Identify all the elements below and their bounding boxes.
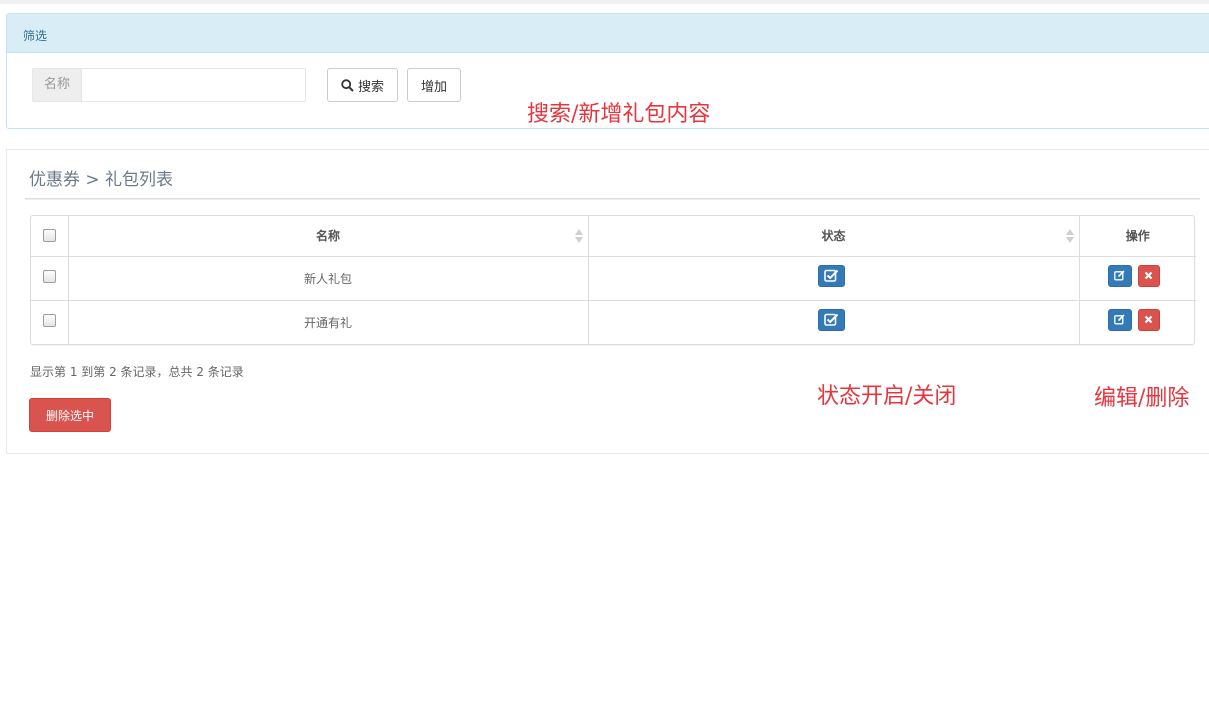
filter-heading: 筛选: [7, 14, 1209, 53]
column-name-label: 名称: [315, 229, 340, 244]
add-button[interactable]: 增加: [407, 68, 461, 102]
delete-button[interactable]: [1137, 264, 1160, 287]
name-field-label: 名称: [32, 68, 81, 102]
table-header-row: 名称 状态 操作: [31, 216, 1196, 257]
check-square-icon: [823, 269, 838, 282]
delete-button[interactable]: [1137, 308, 1160, 331]
search-icon: [341, 78, 354, 92]
row-name: 新人礼包: [68, 256, 589, 301]
status-toggle-button[interactable]: [817, 264, 845, 287]
status-toggle-button[interactable]: [817, 308, 845, 331]
name-search-input[interactable]: [81, 68, 306, 102]
select-all-checkbox[interactable]: [43, 229, 56, 242]
sort-icon: [574, 229, 583, 243]
close-icon: [1144, 315, 1153, 324]
row-status-cell: [588, 256, 1080, 301]
edit-icon: [1114, 314, 1125, 325]
annotation-status-toggle: 状态开启/关闭: [817, 384, 957, 409]
annotation-search-add: 搜索/新增礼包内容: [527, 102, 711, 127]
column-actions-label: 操作: [1125, 229, 1150, 244]
sort-icon: [1065, 229, 1074, 243]
select-all-cell: [31, 216, 69, 257]
close-icon: [1144, 271, 1153, 280]
row-status-cell: [588, 300, 1080, 344]
table-row: 开通有礼: [31, 300, 1196, 344]
delete-selected-button[interactable]: 删除选中: [29, 398, 111, 432]
edit-icon: [1114, 270, 1125, 281]
row-checkbox[interactable]: [43, 313, 56, 327]
column-header-name[interactable]: 名称: [68, 216, 589, 257]
annotation-edit-delete: 编辑/删除: [1094, 386, 1190, 411]
search-button-label: 搜索: [357, 79, 384, 95]
column-header-status[interactable]: 状态: [588, 216, 1080, 257]
search-button[interactable]: 搜索: [327, 68, 398, 102]
row-actions-cell: [1079, 300, 1196, 344]
row-actions-cell: [1079, 256, 1196, 301]
breadcrumb: 优惠券 > 礼包列表: [29, 170, 174, 190]
gift-pack-table: 名称 状态 操作 新人礼包 开通有礼: [30, 215, 1196, 345]
top-strip: [0, 0, 1209, 4]
row-name: 开通有礼: [68, 300, 589, 344]
row-select-cell: [31, 300, 69, 344]
add-button-label: 增加: [420, 79, 447, 95]
edit-button[interactable]: [1107, 308, 1132, 331]
list-panel: 优惠券 > 礼包列表 名称 状态 操作 新人礼包 开通有礼 显示第 1 到第 2…: [6, 149, 1209, 454]
edit-button[interactable]: [1107, 264, 1132, 287]
table-row: 新人礼包: [31, 256, 1196, 301]
row-select-cell: [31, 256, 69, 301]
divider: [25, 198, 1200, 199]
check-square-icon: [823, 313, 838, 326]
pagination-summary: 显示第 1 到第 2 条记录，总共 2 条记录: [30, 365, 244, 379]
column-status-label: 状态: [821, 229, 846, 244]
column-header-actions: 操作: [1079, 216, 1196, 257]
row-checkbox[interactable]: [43, 269, 56, 283]
